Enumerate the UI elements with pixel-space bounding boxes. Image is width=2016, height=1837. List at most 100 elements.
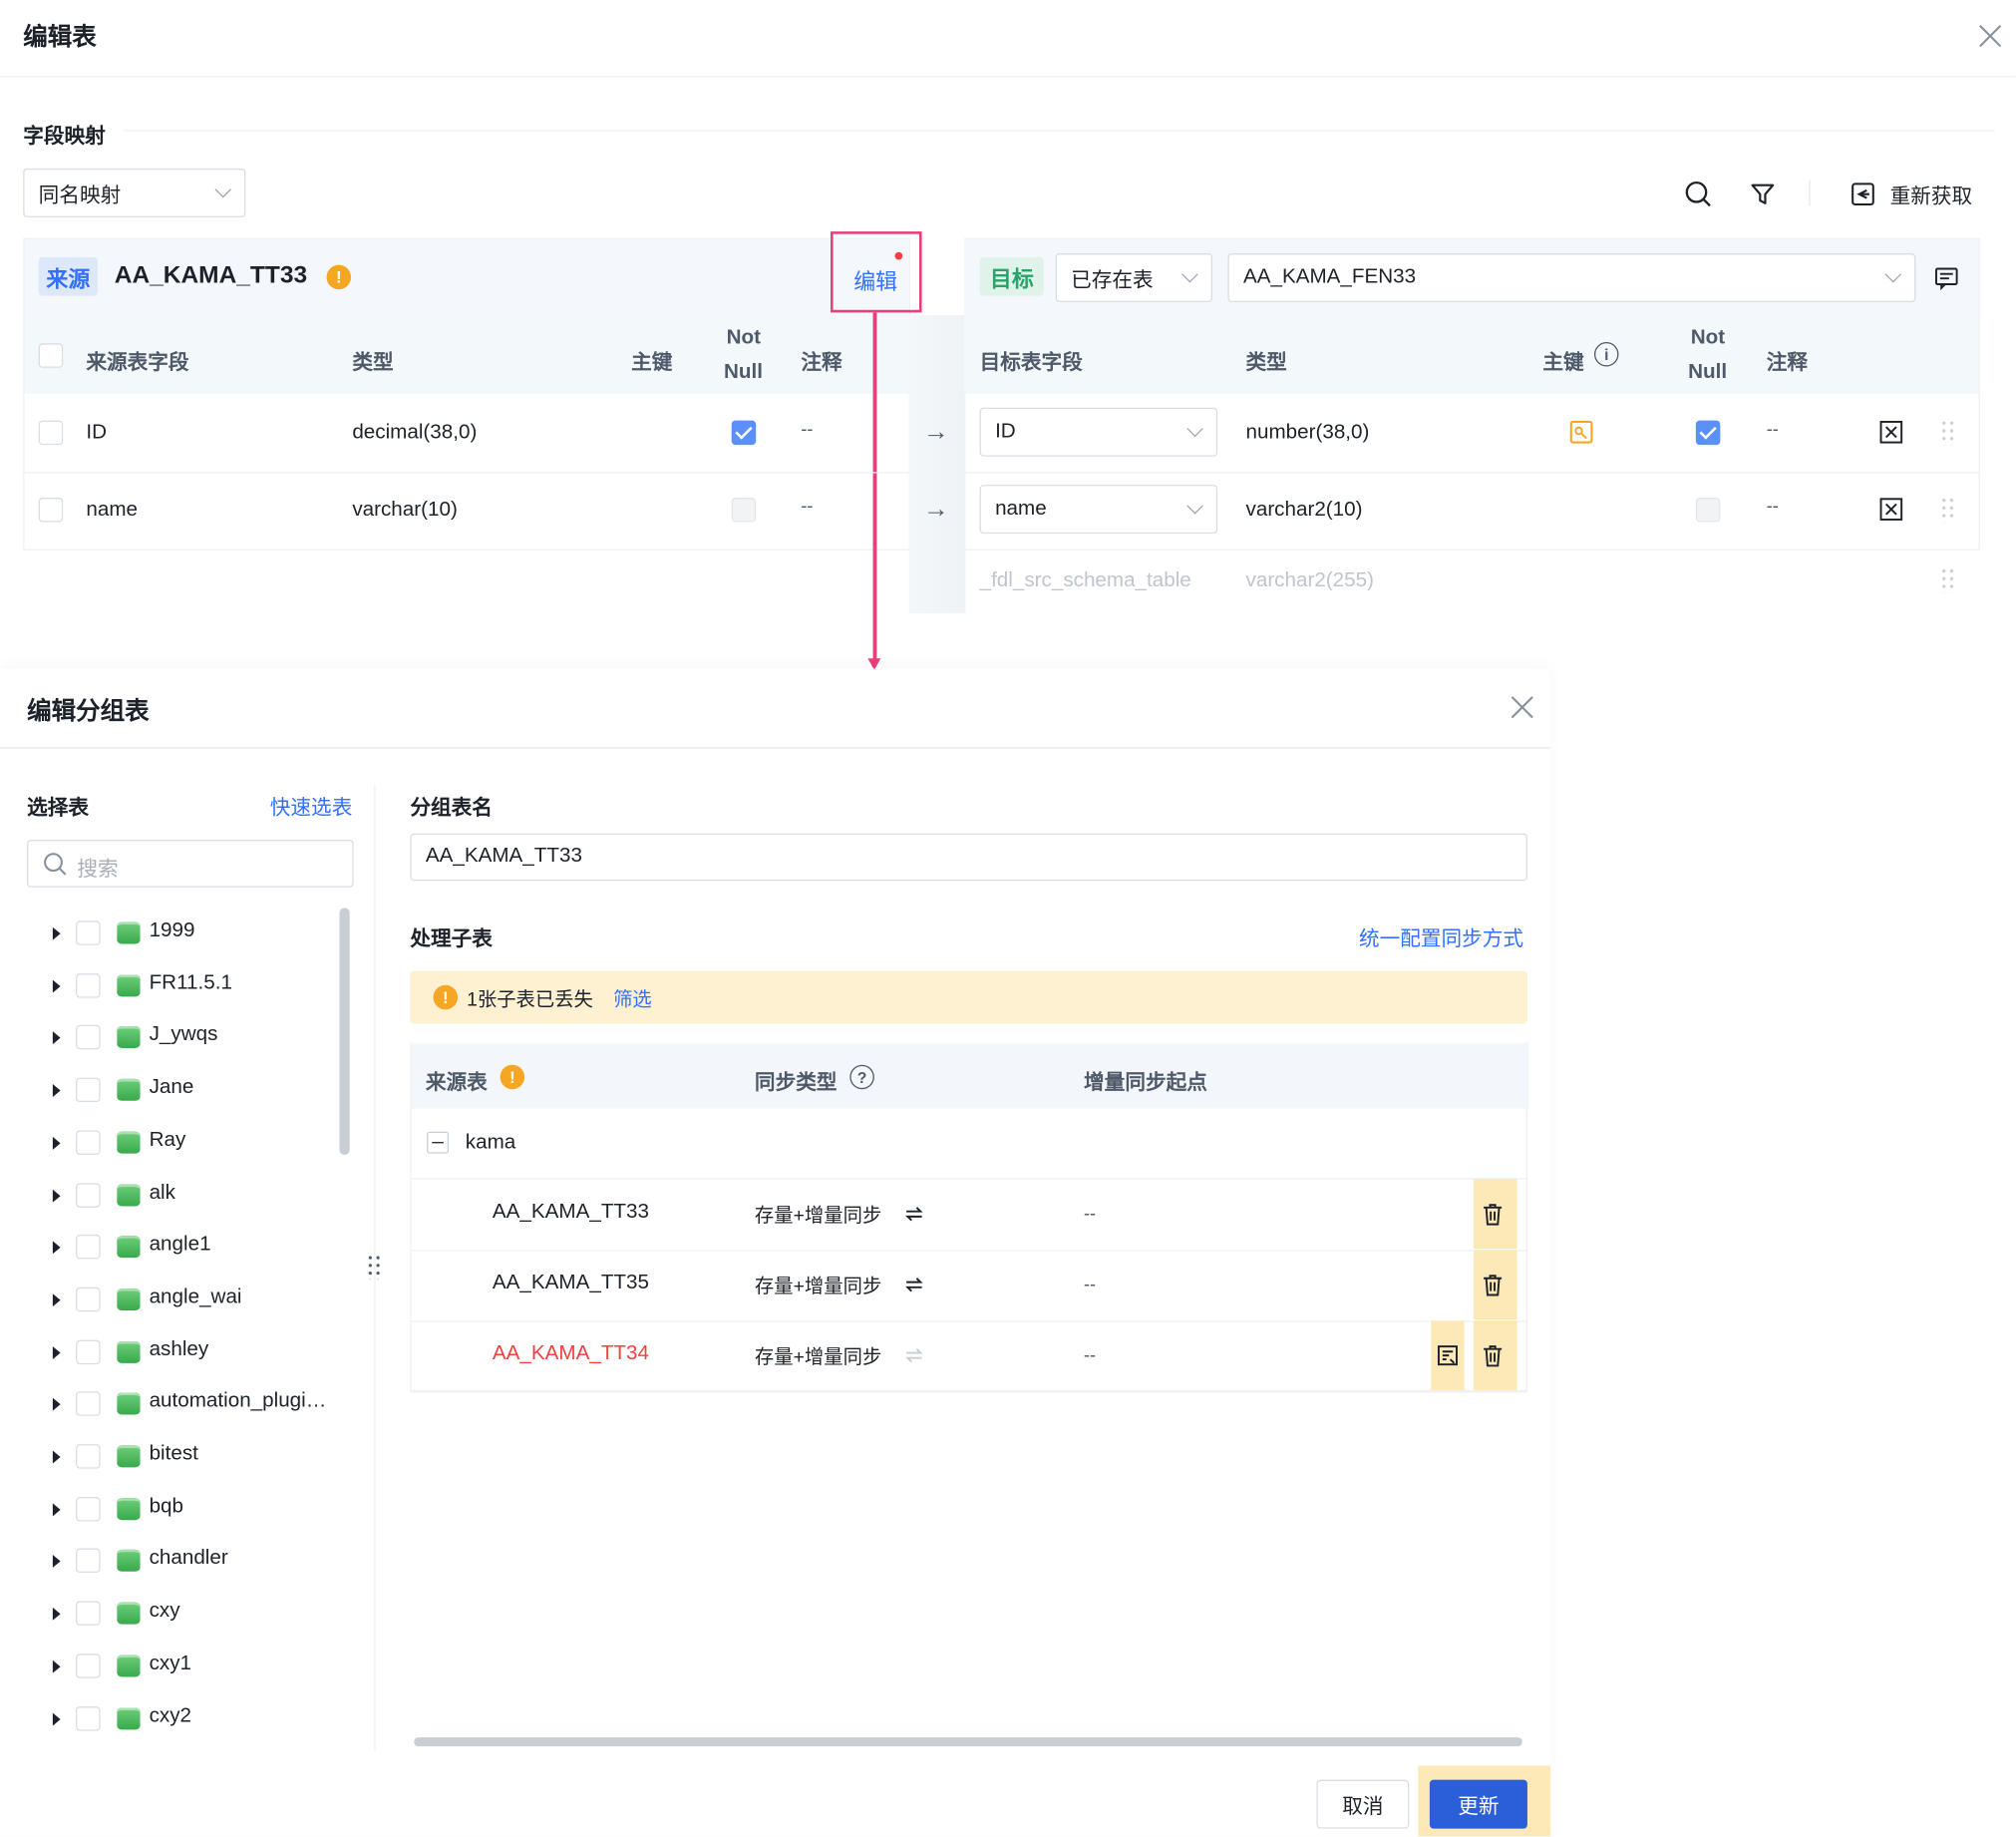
- tree-checkbox[interactable]: [76, 1705, 101, 1731]
- comment-icon[interactable]: [1931, 262, 1962, 293]
- primary-key-icon[interactable]: [1567, 418, 1595, 446]
- tree-item-label: Ray: [149, 1128, 186, 1151]
- not-null-checkbox[interactable]: [1695, 498, 1721, 523]
- annotation-arrow: [872, 312, 876, 660]
- col-sync-type: 同步类型: [754, 1072, 838, 1095]
- delete-mapping-icon[interactable]: [1877, 418, 1905, 446]
- tree-checkbox[interactable]: [76, 1025, 101, 1050]
- expand-caret-icon[interactable]: [52, 1293, 61, 1306]
- divider: [410, 1178, 1527, 1180]
- drag-handle-icon[interactable]: [1939, 566, 1956, 593]
- expand-caret-icon[interactable]: [52, 1189, 61, 1203]
- tree-checkbox[interactable]: [76, 1444, 101, 1469]
- expand-caret-icon[interactable]: [52, 979, 61, 993]
- target-field-select[interactable]: ID: [979, 407, 1218, 457]
- expand-caret-icon[interactable]: [52, 926, 61, 940]
- database-icon: [117, 1392, 141, 1415]
- tree-checkbox[interactable]: [76, 1286, 101, 1312]
- horizontal-scrollbar[interactable]: [414, 1737, 1522, 1747]
- expand-caret-icon[interactable]: [52, 1084, 61, 1098]
- tree-checkbox[interactable]: [76, 1653, 101, 1678]
- tree-checkbox[interactable]: [76, 1182, 101, 1208]
- tree-checkbox[interactable]: [76, 1549, 101, 1574]
- help-icon[interactable]: ?: [849, 1064, 874, 1090]
- quick-select-link[interactable]: 快速选表: [270, 790, 353, 821]
- not-null-checkbox[interactable]: [731, 420, 757, 446]
- database-icon: [117, 1079, 141, 1101]
- filter-link[interactable]: 筛选: [613, 985, 652, 1012]
- close-icon[interactable]: [1975, 21, 2006, 52]
- tree-checkbox[interactable]: [76, 1391, 101, 1417]
- chevron-down-icon: [214, 181, 231, 198]
- expand-caret-icon[interactable]: [52, 1555, 61, 1569]
- chevron-down-icon: [1884, 266, 1901, 283]
- drag-handle-icon[interactable]: [1939, 496, 1956, 523]
- update-button[interactable]: 更新: [1429, 1779, 1527, 1829]
- expand-caret-icon[interactable]: [52, 1345, 61, 1359]
- database-icon: [117, 1026, 141, 1049]
- expand-caret-icon[interactable]: [52, 1031, 61, 1045]
- not-null-checkbox[interactable]: [1695, 420, 1721, 446]
- search-icon[interactable]: [1682, 178, 1716, 211]
- tree-scrollbar[interactable]: [339, 908, 350, 1155]
- trash-icon[interactable]: [1479, 1271, 1507, 1298]
- sub-table-name: AA_KAMA_TT35: [492, 1272, 649, 1294]
- target-table-mode-select[interactable]: 已存在表: [1055, 253, 1212, 303]
- edit-link[interactable]: 编辑: [853, 263, 897, 295]
- search-input[interactable]: 搜索: [27, 840, 354, 888]
- edit-table-icon[interactable]: [1434, 1341, 1462, 1369]
- incremental-start: --: [1084, 1202, 1097, 1224]
- expand-caret-icon[interactable]: [52, 1711, 61, 1725]
- tree-checkbox[interactable]: [76, 1601, 101, 1627]
- tree-checkbox[interactable]: [76, 1077, 101, 1103]
- trash-icon[interactable]: [1479, 1200, 1507, 1228]
- col-source-table: 来源表: [425, 1072, 488, 1095]
- target-field-select[interactable]: name: [979, 485, 1218, 535]
- target-table-select[interactable]: AA_KAMA_FEN33: [1227, 253, 1916, 303]
- not-null-checkbox[interactable]: [731, 498, 757, 523]
- target-field-value: name: [995, 498, 1047, 520]
- group-name: kama: [465, 1131, 516, 1154]
- tree-checkbox[interactable]: [76, 1130, 101, 1155]
- drag-handle-icon[interactable]: [1939, 419, 1956, 446]
- target-table-value: AA_KAMA_FEN33: [1242, 265, 1417, 288]
- target-field: _fdl_src_schema_table: [979, 569, 1191, 592]
- expand-caret-icon[interactable]: [52, 1607, 61, 1621]
- tree-checkbox[interactable]: [76, 1339, 101, 1364]
- refetch-button[interactable]: 重新获取: [1848, 178, 1972, 211]
- tree-checkbox[interactable]: [76, 1235, 101, 1260]
- tree-checkbox[interactable]: [76, 920, 101, 945]
- refetch-icon: [1851, 183, 1874, 206]
- target-comment: --: [1766, 495, 1779, 517]
- col-source-notnull: Not: [726, 326, 761, 349]
- database-icon: [117, 1602, 141, 1625]
- sync-icon[interactable]: [902, 1344, 925, 1367]
- expand-caret-icon[interactable]: [52, 1659, 61, 1673]
- info-icon[interactable]: i: [1593, 342, 1619, 367]
- expand-caret-icon[interactable]: [52, 1136, 61, 1150]
- mapping-mode-select[interactable]: 同名映射: [23, 168, 246, 217]
- database-icon: [117, 921, 141, 944]
- unify-config-link[interactable]: 统一配置同步方式: [1359, 920, 1523, 951]
- expand-caret-icon[interactable]: [52, 1241, 61, 1255]
- expand-caret-icon[interactable]: [52, 1503, 61, 1516]
- resize-handle-icon[interactable]: [366, 1254, 382, 1281]
- delete-mapping-icon[interactable]: [1877, 495, 1905, 523]
- trash-icon[interactable]: [1479, 1341, 1507, 1369]
- target-comment: --: [1766, 418, 1779, 439]
- expand-caret-icon[interactable]: [52, 1450, 61, 1464]
- tree-checkbox[interactable]: [76, 1496, 101, 1522]
- cancel-button[interactable]: 取消: [1316, 1779, 1410, 1829]
- select-all-checkbox[interactable]: [38, 343, 64, 368]
- row-checkbox[interactable]: [38, 420, 64, 446]
- expand-caret-icon[interactable]: [52, 1398, 61, 1411]
- tree-item-label: cxy2: [149, 1704, 192, 1727]
- filter-icon[interactable]: [1746, 178, 1780, 211]
- group-name-input[interactable]: AA_KAMA_TT33: [410, 833, 1527, 882]
- sync-icon[interactable]: [902, 1203, 925, 1226]
- close-icon[interactable]: [1507, 692, 1537, 723]
- tree-checkbox[interactable]: [76, 972, 101, 998]
- row-checkbox[interactable]: [38, 498, 64, 523]
- sync-icon[interactable]: [902, 1274, 925, 1296]
- collapse-icon[interactable]: [427, 1131, 450, 1154]
